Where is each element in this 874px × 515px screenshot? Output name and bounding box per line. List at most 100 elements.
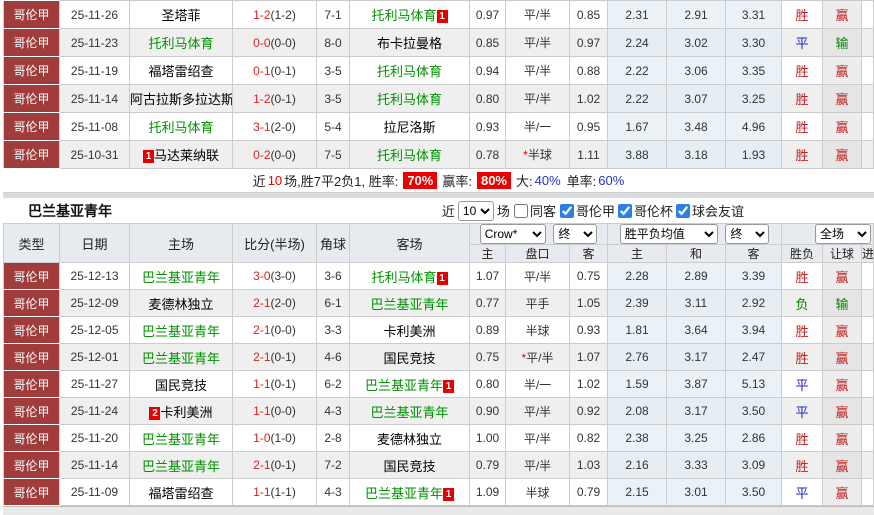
match-date: 25-12-05 <box>59 316 130 344</box>
match-row: 哥伦甲 25-11-14 巴兰基亚青年 2-1(0-1) 7-2 国民竞技 0.… <box>3 451 874 479</box>
league-filter[interactable]: 哥伦杯 <box>617 201 673 220</box>
home-team-cell: 国民竞技 <box>129 370 233 398</box>
home-team-cell: 2 卡利美洲 <box>129 397 233 425</box>
home-team-name: 国民竞技 <box>154 377 207 393</box>
full-match-select[interactable]: 全场 <box>815 224 872 244</box>
away-team-cell: 巴兰基亚青年 1 <box>349 478 470 506</box>
odds-away: 0.75 <box>569 262 608 290</box>
home-team-cell: 巴兰基亚青年 <box>129 343 233 371</box>
handicap-result-cell: 赢 <box>822 451 863 479</box>
avg-home-odds: 2.24 <box>607 28 667 57</box>
league-filter[interactable]: 球会友谊 <box>675 201 744 220</box>
result-cell: 平 <box>781 478 824 506</box>
summary-text: 赢率: <box>442 174 472 189</box>
avg-home-odds: 2.39 <box>607 289 667 317</box>
home-team-cell: 阿古拉斯多拉达斯 <box>129 84 233 113</box>
subcol-home-odds: 主 <box>469 244 506 263</box>
handicap-result-cell: 赢 <box>822 112 862 141</box>
avg-odds-select[interactable]: 胜平负均值 <box>619 224 718 244</box>
league-label: 哥伦甲 <box>3 478 60 506</box>
match-date: 25-12-13 <box>59 262 130 290</box>
odds-provider-select[interactable]: Crow* <box>479 224 546 244</box>
corner-count: 7-2 <box>316 451 350 479</box>
odds-home: 1.09 <box>469 478 506 506</box>
match-stats-page: 哥伦甲 25-11-26 圣塔菲 1-2(1-2) 7-1 托利马体育 1 0.9… <box>0 0 874 515</box>
home-team-cell: 福塔雷绍查 <box>129 478 233 506</box>
subcol-handicap: 盘口 <box>505 244 570 263</box>
filter-bar: 近 10 场 同客 哥伦甲 哥伦杯 球会友谊 <box>442 200 744 221</box>
recent-count-select[interactable]: 10 <box>457 200 494 221</box>
col-score: 比分(半场) <box>232 223 317 263</box>
avg-away-odds: 3.35 <box>725 56 782 85</box>
league-filter[interactable]: 哥伦甲 <box>559 201 615 220</box>
score-cell: 0-0(0-0) <box>232 28 317 57</box>
avg-draw-odds: 3.17 <box>666 397 726 425</box>
avg-home-odds: 2.22 <box>607 56 667 85</box>
score-cell: 0-1(0-1) <box>232 56 317 85</box>
home-team-cell: 托利马体育 <box>129 28 233 57</box>
score-cell: 2-1(0-1) <box>232 451 317 479</box>
away-team-cell: 托利马体育 <box>349 56 470 85</box>
avg-draw-odds: 3.02 <box>666 28 726 57</box>
subcol-letgoal: 让球 <box>822 244 863 263</box>
handicap-result-cell: 赢 <box>822 84 862 113</box>
odds-final-select-1[interactable]: 终 <box>553 224 598 244</box>
avg-home-odds: 1.81 <box>607 316 667 344</box>
clipped-column <box>861 424 874 452</box>
league-filter-checkbox[interactable] <box>675 203 690 218</box>
odds-away: 1.05 <box>569 289 608 317</box>
odds-home: 1.07 <box>469 262 506 290</box>
clipped-column <box>861 397 874 425</box>
handicap: 平/半 <box>505 424 570 452</box>
games-label: 场 <box>496 204 510 219</box>
away-team-name: 巴兰基亚青年 <box>370 404 449 420</box>
avg-away-odds: 3.50 <box>724 397 783 425</box>
handicap: 平/半 <box>505 56 570 85</box>
match-date: 25-11-26 <box>59 0 130 29</box>
odds-home: 0.89 <box>469 316 506 344</box>
corner-count: 7-1 <box>316 0 350 29</box>
league-label: 哥伦甲 <box>3 316 60 344</box>
odds-home: 0.79 <box>469 451 506 479</box>
clipped-column <box>861 56 874 85</box>
avg-draw-odds: 3.87 <box>666 370 726 398</box>
home-team-name: 巴兰基亚青年 <box>141 458 220 474</box>
avg-home-odds: 3.88 <box>607 140 667 169</box>
home-team-cell: 巴兰基亚青年 <box>129 262 233 290</box>
score-cell: 2-1(0-0) <box>232 316 317 344</box>
same-away-filter[interactable]: 同客 <box>513 201 556 220</box>
handicap: 平/半 <box>505 451 570 479</box>
corner-count: 3-5 <box>316 56 350 85</box>
odds-final-select-2[interactable]: 终 <box>725 224 770 244</box>
away-team-name: 巴兰基亚青年 <box>364 377 443 393</box>
result-cell: 平 <box>781 370 824 398</box>
match-row: 哥伦甲 25-11-27 国民竞技 1-1(0-1) 6-2 巴兰基亚青年 1 0… <box>3 370 874 398</box>
match-row: 哥伦甲 25-10-31 1 马达莱纳联 0-2(0-0) 7-5 托利马体育 0… <box>3 140 874 169</box>
score-cell: 1-1(0-1) <box>232 370 317 398</box>
clipped-next-row <box>3 506 874 515</box>
home-team-name: 巴兰基亚青年 <box>141 431 220 447</box>
league-filter-checkbox[interactable] <box>559 203 574 218</box>
handicap-result-cell: 赢 <box>822 478 863 506</box>
match-row: 哥伦甲 25-11-08 托利马体育 3-1(2-0) 5-4 拉尼洛斯 0.9… <box>3 112 874 141</box>
corner-count: 5-4 <box>316 112 350 141</box>
match-date: 25-11-20 <box>59 424 130 452</box>
result-cell: 胜 <box>781 140 823 169</box>
home-team-name: 托利马体育 <box>148 36 214 51</box>
score-cell: 1-1(1-1) <box>232 478 317 506</box>
result-cell: 胜 <box>781 343 824 371</box>
avg-draw-odds: 3.11 <box>666 289 726 317</box>
handicap: 平/半 <box>505 84 570 113</box>
away-team-cell: 巴兰基亚青年 <box>349 289 470 317</box>
match-date: 25-11-24 <box>59 397 130 425</box>
league-filter-checkbox[interactable] <box>617 203 632 218</box>
away-team-name: 拉尼洛斯 <box>383 120 436 135</box>
avg-home-odds: 2.76 <box>607 343 667 371</box>
handicap: *半球 <box>505 140 570 169</box>
summary-count: 10 <box>267 173 283 188</box>
avg-draw-odds: 3.18 <box>666 140 726 169</box>
odds-away: 0.97 <box>569 28 608 57</box>
away-team-cell: 拉尼洛斯 <box>349 112 470 141</box>
same-away-checkbox[interactable] <box>513 203 528 218</box>
away-team-name: 巴兰基亚青年 <box>364 485 443 501</box>
